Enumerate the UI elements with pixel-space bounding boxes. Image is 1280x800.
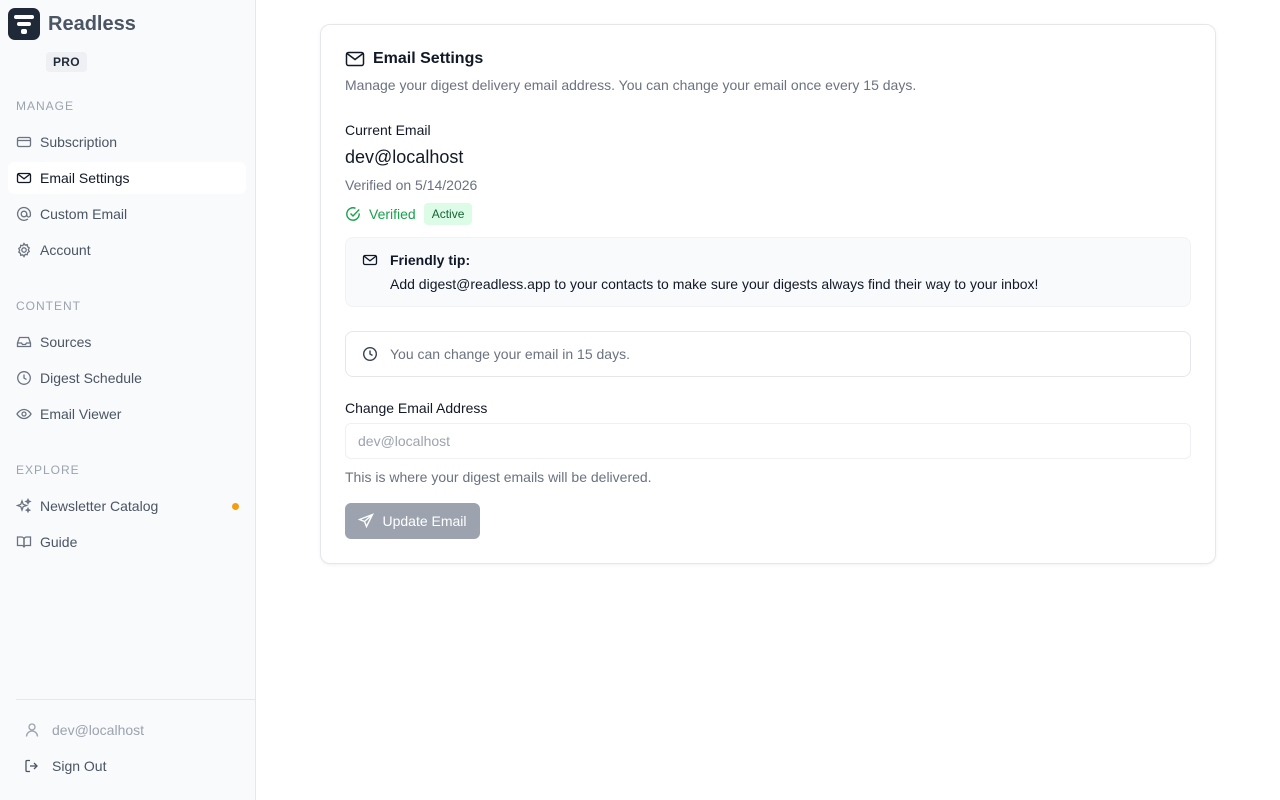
plan-badge: PRO [46,52,87,72]
user-email: dev@localhost [52,722,145,738]
mail-icon [362,252,378,268]
gear-icon [16,242,32,258]
page-title: Email Settings [373,50,484,67]
credit-card-icon [16,134,32,150]
email-helper-text: This is where your digest emails will be… [345,469,652,485]
sidebar-divider [16,699,255,700]
tip-title: Friendly tip: [390,252,471,268]
sidebar-item-label: Email Settings [40,170,130,186]
current-email-value: dev@localhost [345,147,464,167]
mail-icon [16,170,32,186]
sidebar-item-custom-email[interactable]: Custom Email [8,198,246,230]
section-label-manage: MANAGE [16,99,75,113]
update-email-label: Update Email [382,513,467,529]
mail-icon [345,49,365,69]
sidebar-item-subscription[interactable]: Subscription [8,126,246,158]
sign-out-button[interactable]: Sign Out [24,758,106,774]
verified-label: Verified [369,206,416,222]
verified-date: Verified on 5/14/2026 [345,177,478,193]
clock-icon [362,346,378,362]
sidebar-item-email-viewer[interactable]: Email Viewer [8,398,246,430]
sidebar-item-label: Newsletter Catalog [40,498,159,514]
friendly-tip: Friendly tip: Add digest@readless.app to… [345,237,1191,307]
section-label-content: CONTENT [16,299,81,313]
send-icon [358,513,375,529]
sidebar-item-label: Email Viewer [40,406,122,422]
sidebar-item-label: Subscription [40,134,118,150]
sign-out-label: Sign Out [52,758,107,774]
current-user: dev@localhost [24,722,144,738]
sidebar-item-email-settings[interactable]: Email Settings [8,162,246,194]
inbox-icon [16,334,32,350]
new-indicator-dot [232,503,239,510]
sidebar-item-digest-schedule[interactable]: Digest Schedule [8,362,246,394]
user-icon [24,722,40,738]
sidebar-item-newsletter-catalog[interactable]: Newsletter Catalog [8,490,246,522]
status-badge: Active [423,203,473,225]
update-email-button[interactable]: Update Email [345,503,480,539]
change-email-label: Change Email Address [345,400,488,416]
app-name: Readless [48,12,136,35]
email-field[interactable] [345,423,1191,459]
current-email-label: Current Email [345,122,431,138]
email-settings-card: Email Settings Manage your digest delive… [320,24,1216,564]
logo-icon [8,8,40,40]
section-label-explore: EXPLORE [16,463,80,477]
verification-status: Verified Active [345,203,473,225]
sidebar-item-label: Sources [40,334,92,350]
sidebar-item-label: Digest Schedule [40,370,142,386]
at-sign-icon [16,206,32,222]
card-title: Email Settings [345,49,483,69]
tip-body: Add digest@readless.app to your contacts… [390,276,1039,292]
clock-icon [16,370,32,386]
eye-icon [16,406,32,422]
sidebar: Readless PRO MANAGE Subscription Email S… [0,0,256,800]
sidebar-item-account[interactable]: Account [8,234,246,266]
cooldown-notice: You can change your email in 15 days. [345,331,1191,377]
card-description: Manage your digest delivery email addres… [345,77,917,93]
book-icon [16,534,32,550]
sidebar-item-label: Account [40,242,91,258]
cooldown-text: You can change your email in 15 days. [390,346,630,362]
logo[interactable]: Readless [8,8,136,40]
sidebar-item-label: Custom Email [40,206,128,222]
check-circle-icon [345,206,361,222]
sidebar-item-guide[interactable]: Guide [8,526,246,558]
sidebar-item-label: Guide [40,534,78,550]
sign-out-icon [24,758,40,774]
sparkles-icon [16,498,32,514]
sidebar-item-sources[interactable]: Sources [8,326,246,358]
